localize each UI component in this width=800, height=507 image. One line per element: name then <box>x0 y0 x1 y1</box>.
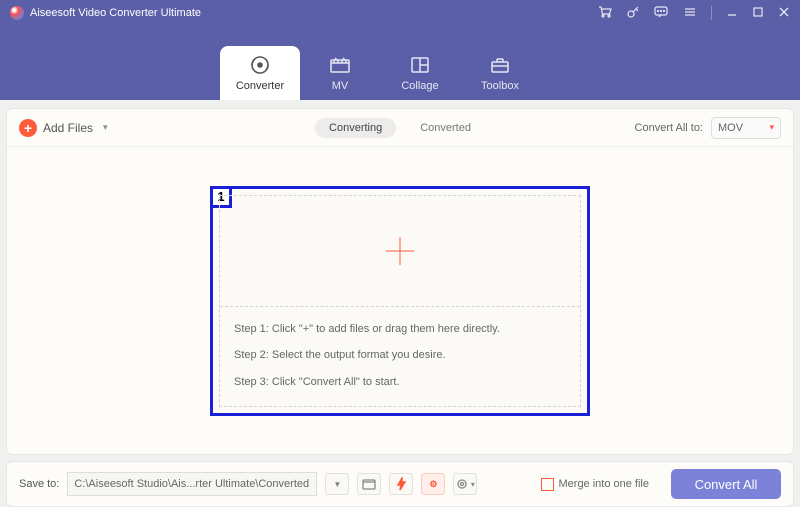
add-files-button[interactable]: + Add Files ▾ <box>19 119 108 137</box>
settings-button[interactable]: ▾ <box>453 473 477 495</box>
tab-label: Converter <box>236 80 284 92</box>
maximize-icon[interactable] <box>752 6 764 21</box>
format-select[interactable]: MOV ▾ <box>711 117 781 139</box>
key-icon[interactable] <box>627 5 640 22</box>
tab-label: MV <box>332 80 349 92</box>
step-text: Step 1: Click "+" to add files or drag t… <box>234 321 566 339</box>
menu-icon[interactable] <box>683 5 697 22</box>
subtab-converted[interactable]: Converted <box>406 118 485 138</box>
divider <box>711 6 712 20</box>
add-files-label: Add Files <box>43 121 93 135</box>
merge-checkbox[interactable] <box>541 478 554 491</box>
add-area[interactable] <box>220 196 580 307</box>
boost-button[interactable] <box>389 473 413 495</box>
convert-all-button[interactable]: Convert All <box>671 469 781 499</box>
tab-label: Toolbox <box>481 80 519 92</box>
main-panel: + Add Files ▾ Converting Converted Conve… <box>6 108 794 455</box>
minimize-icon[interactable] <box>726 6 738 21</box>
format-value: MOV <box>718 122 743 134</box>
path-dropdown[interactable]: ▾ <box>325 473 349 495</box>
convert-to-label: Convert All to: <box>635 122 703 134</box>
app-logo-icon <box>10 6 24 20</box>
merge-label: Merge into one file <box>559 478 650 490</box>
converter-icon <box>220 52 300 78</box>
status-tabs: Converting Converted <box>315 118 485 138</box>
tab-converter[interactable]: Converter <box>220 46 300 100</box>
plus-icon <box>386 237 414 265</box>
tab-toolbox[interactable]: Toolbox <box>460 46 540 100</box>
save-path-input[interactable]: C:\Aiseesoft Studio\Ais...rter Ultimate\… <box>67 472 317 496</box>
cart-icon[interactable] <box>598 5 613 22</box>
convert-all-to: Convert All to: MOV ▾ <box>635 117 781 139</box>
window-controls <box>598 5 790 22</box>
header: Converter MV Collage Toolbox <box>0 26 800 100</box>
toolbar: + Add Files ▾ Converting Converted Conve… <box>7 109 793 147</box>
dropzone-area: 1 Step 1: Click "+" to add files or drag… <box>7 147 793 454</box>
tab-mv[interactable]: MV <box>300 46 380 100</box>
instructions: Step 1: Click "+" to add files or drag t… <box>220 307 580 406</box>
mv-icon <box>300 52 380 78</box>
chevron-down-icon: ▾ <box>769 122 774 133</box>
save-to-label: Save to: <box>19 478 59 490</box>
merge-option[interactable]: Merge into one file <box>541 478 650 491</box>
close-icon[interactable] <box>778 6 790 21</box>
feedback-icon[interactable] <box>654 5 669 22</box>
plus-icon: + <box>19 119 37 137</box>
open-folder-button[interactable] <box>357 473 381 495</box>
main-tabs: Converter MV Collage Toolbox <box>220 46 540 100</box>
dropzone[interactable]: 1 Step 1: Click "+" to add files or drag… <box>210 186 590 416</box>
titlebar: Aiseesoft Video Converter Ultimate <box>0 0 800 26</box>
gpu-button[interactable]: ⚙ <box>421 473 445 495</box>
dropzone-inner: Step 1: Click "+" to add files or drag t… <box>219 195 581 407</box>
step-text: Step 2: Select the output format you des… <box>234 347 566 365</box>
collage-icon <box>380 52 460 78</box>
chevron-down-icon: ▾ <box>103 122 108 133</box>
footer: Save to: C:\Aiseesoft Studio\Ais...rter … <box>6 461 794 507</box>
tab-label: Collage <box>401 80 438 92</box>
tab-collage[interactable]: Collage <box>380 46 460 100</box>
toolbox-icon <box>460 52 540 78</box>
app-title: Aiseesoft Video Converter Ultimate <box>30 7 201 19</box>
subtab-converting[interactable]: Converting <box>315 118 396 138</box>
step-text: Step 3: Click "Convert All" to start. <box>234 374 566 392</box>
